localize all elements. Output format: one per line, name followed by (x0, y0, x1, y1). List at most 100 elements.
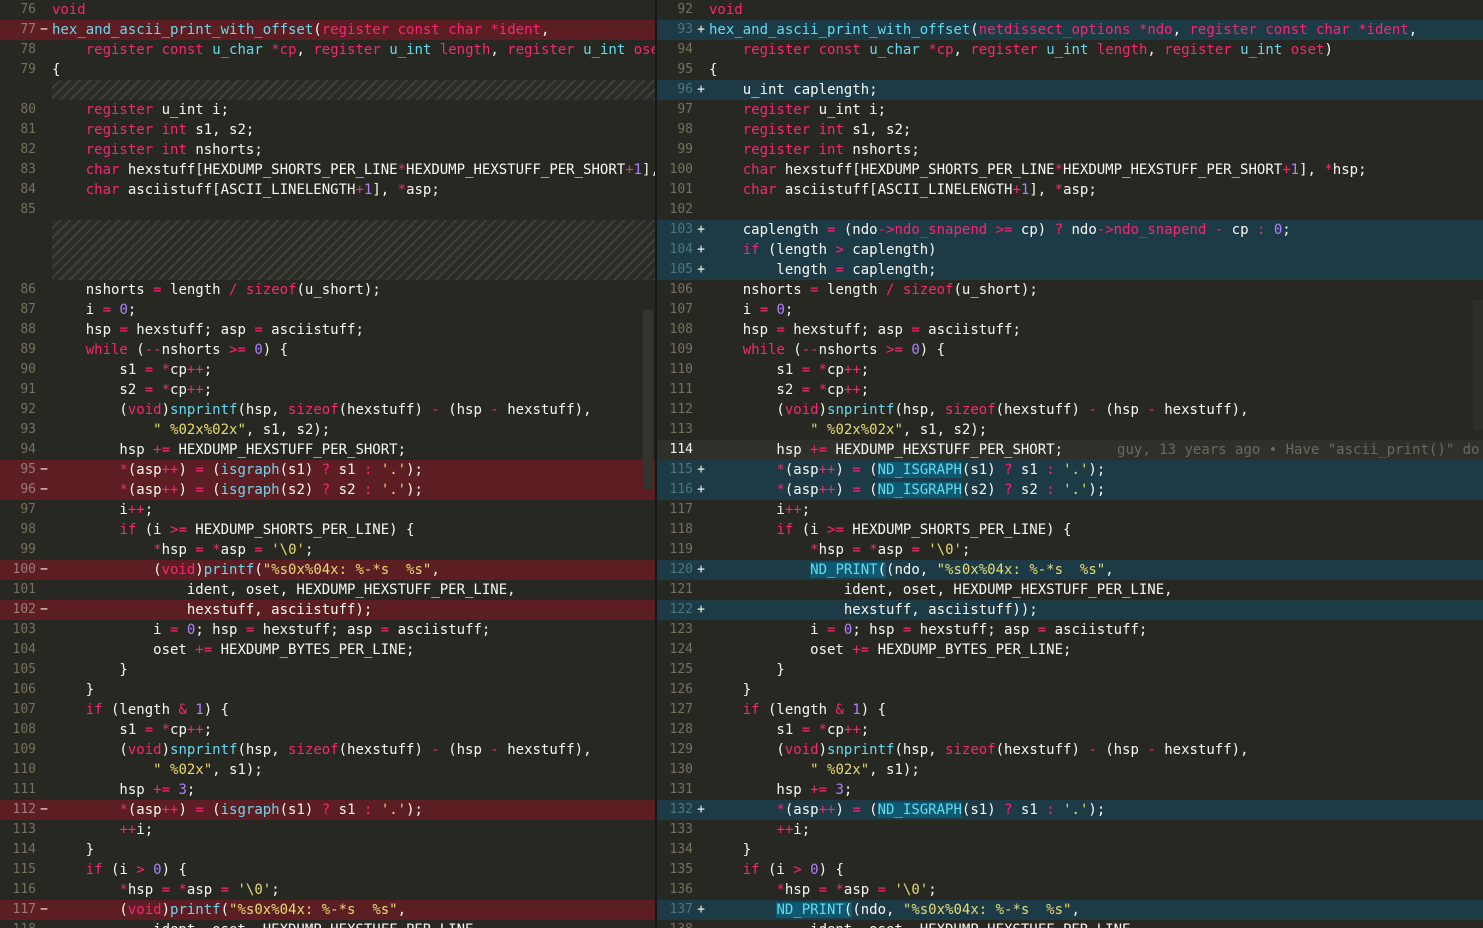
left-code-line[interactable]: 90 s1 = *cp++; (0, 360, 655, 380)
right-code-line[interactable]: 93 + hex_and_ascii_print_with_offset(netdi… (657, 20, 1483, 40)
right-code-line[interactable]: 127 if (length & 1) { (657, 700, 1483, 720)
left-code-line[interactable]: 102− hexstuff, asciistuff); (0, 600, 655, 620)
left-diff-pane[interactable]: 76 void 77− hex_and_ascii_print_with_offset… (0, 0, 655, 928)
right-code-line[interactable]: 125 } (657, 660, 1483, 680)
left-code-line[interactable]: 116 *hsp = *asp = '\0'; (0, 880, 655, 900)
left-code-line[interactable]: 85 (0, 200, 655, 220)
right-code-line[interactable]: 98 register int s1, s2; (657, 120, 1483, 140)
left-code-line[interactable]: 110 " %02x", s1); (0, 760, 655, 780)
left-scrollbar-thumb[interactable] (643, 310, 653, 490)
left-code-line[interactable]: 118 ident, oset, HEXDUMP_HEXSTUFF_PER_LI… (0, 920, 655, 928)
right-code-line[interactable]: 104 + if (length > caplength) (657, 240, 1483, 260)
left-code-line[interactable]: 104 oset += HEXDUMP_BYTES_PER_LINE; (0, 640, 655, 660)
left-code-line[interactable]: 81 register int s1, s2; (0, 120, 655, 140)
left-code-line[interactable]: 91 s2 = *cp++; (0, 380, 655, 400)
right-code-line[interactable]: 94 register const u_char *cp, register u… (657, 40, 1483, 60)
right-code-line[interactable]: 132 + *(asp++) = (ND_ISGRAPH(s1) ? s1 : '… (657, 800, 1483, 820)
left-code-line[interactable]: 80 register u_int i; (0, 100, 655, 120)
right-code-line[interactable]: 106 nshorts = length / sizeof(u_short); (657, 280, 1483, 300)
plus-icon: + (697, 82, 705, 97)
left-code-line[interactable]: 103 i = 0; hsp = hexstuff; asp = asciist… (0, 620, 655, 640)
right-code-line[interactable]: 100 char hexstuff[HEXDUMP_SHORTS_PER_LIN… (657, 160, 1483, 180)
right-code-line[interactable]: 95 { (657, 60, 1483, 80)
right-code-line[interactable]: 131 hsp += 3; (657, 780, 1483, 800)
right-code-line[interactable]: 102 (657, 200, 1483, 220)
left-code-line[interactable]: 112− *(asp++) = (isgraph(s1) ? s1 : '.')… (0, 800, 655, 820)
left-code-line[interactable]: 106 } (0, 680, 655, 700)
right-code-line[interactable]: 128 s1 = *cp++; (657, 720, 1483, 740)
left-code-line[interactable]: 88 hsp = hexstuff; asp = asciistuff; (0, 320, 655, 340)
right-code-line[interactable]: 135 if (i > 0) { (657, 860, 1483, 880)
right-code-line[interactable]: 124 oset += HEXDUMP_BYTES_PER_LINE; (657, 640, 1483, 660)
right-code-line[interactable]: 117 i++; (657, 500, 1483, 520)
left-code-line[interactable]: 117− (void)printf("%s0x%04x: %-*s %s", (0, 900, 655, 920)
left-code-line[interactable]: 95− *(asp++) = (isgraph(s1) ? s1 : '.'); (0, 460, 655, 480)
left-code-line[interactable]: 100− (void)printf("%s0x%04x: %-*s %s", (0, 560, 655, 580)
right-code-line[interactable]: 108 hsp = hexstuff; asp = asciistuff; (657, 320, 1483, 340)
right-code-line[interactable]: 101 char asciistuff[ASCII_LINELENGTH+1],… (657, 180, 1483, 200)
right-code-line[interactable]: 137 + ND_PRINT((ndo, "%s0x%04x: %-*s %s", (657, 900, 1483, 920)
left-code-line[interactable]: 79 { (0, 60, 655, 80)
line-number: 135 (669, 862, 693, 877)
right-code-line[interactable]: 129 (void)snprintf(hsp, sizeof(hexstuff)… (657, 740, 1483, 760)
right-diff-pane[interactable]: 92 void 93 + hex_and_ascii_print_with_offset… (657, 0, 1483, 928)
right-code-line[interactable]: 121 ident, oset, HEXDUMP_HEXSTUFF_PER_LI… (657, 580, 1483, 600)
left-code-line[interactable]: 101 ident, oset, HEXDUMP_HEXSTUFF_PER_LI… (0, 580, 655, 600)
left-code-line[interactable]: 107 if (length & 1) { (0, 700, 655, 720)
code-text: (void)printf("%s0x%04x: %-*s %s", (52, 562, 440, 578)
left-code-line[interactable]: 114 } (0, 840, 655, 860)
right-code-line[interactable]: 105 + length = caplength; (657, 260, 1483, 280)
left-code-line[interactable]: 113 ++i; (0, 820, 655, 840)
right-code-line[interactable]: 116 + *(asp++) = (ND_ISGRAPH(s2) ? s2 : '… (657, 480, 1483, 500)
right-code-line[interactable]: 119 *hsp = *asp = '\0'; (657, 540, 1483, 560)
right-code-line[interactable]: 136 *hsp = *asp = '\0'; (657, 880, 1483, 900)
right-code-line[interactable]: 111 s2 = *cp++; (657, 380, 1483, 400)
right-code-line[interactable]: 115 + *(asp++) = (ND_ISGRAPH(s1) ? s1 : '… (657, 460, 1483, 480)
right-code-line[interactable]: 130 " %02x", s1); (657, 760, 1483, 780)
left-code-line[interactable]: 77− hex_and_ascii_print_with_offset(regis… (0, 20, 655, 40)
right-code-line[interactable]: 99 register int nshorts; (657, 140, 1483, 160)
left-code-line[interactable]: 105 } (0, 660, 655, 680)
left-code-line[interactable]: 84 char asciistuff[ASCII_LINELENGTH+1], … (0, 180, 655, 200)
left-code-line[interactable]: 92 (void)snprintf(hsp, sizeof(hexstuff) … (0, 400, 655, 420)
left-code-line[interactable]: 78 register const u_char *cp, register u… (0, 40, 655, 60)
right-code-line[interactable]: 96 + u_int caplength; (657, 80, 1483, 100)
right-code-line[interactable]: 113 " %02x%02x", s1, s2); (657, 420, 1483, 440)
right-code-line[interactable]: 107 i = 0; (657, 300, 1483, 320)
left-code-line[interactable]: 115 if (i > 0) { (0, 860, 655, 880)
left-code-line[interactable]: 96− *(asp++) = (isgraph(s2) ? s2 : '.'); (0, 480, 655, 500)
right-code-line[interactable]: 110 s1 = *cp++; (657, 360, 1483, 380)
left-code-line[interactable]: 108 s1 = *cp++; (0, 720, 655, 740)
code-text: (void)snprintf(hsp, sizeof(hexstuff) - (… (52, 402, 592, 418)
right-code-line[interactable]: 109 while (--nshorts >= 0) { (657, 340, 1483, 360)
right-code-line[interactable]: 123 i = 0; hsp = hexstuff; asp = asciist… (657, 620, 1483, 640)
right-code-line[interactable]: 114 hsp += HEXDUMP_HEXSTUFF_PER_SHORT; gu… (657, 440, 1483, 460)
right-code-line[interactable]: 134 } (657, 840, 1483, 860)
right-scrollbar-thumb[interactable] (1473, 300, 1483, 430)
right-code-line[interactable]: 122 + hexstuff, asciistuff)); (657, 600, 1483, 620)
left-code-line[interactable]: 86 nshorts = length / sizeof(u_short); (0, 280, 655, 300)
right-code-line[interactable]: 112 (void)snprintf(hsp, sizeof(hexstuff)… (657, 400, 1483, 420)
line-number: 129 (669, 742, 693, 757)
left-code-line[interactable]: 99 *hsp = *asp = '\0'; (0, 540, 655, 560)
right-code-line[interactable]: 126 } (657, 680, 1483, 700)
right-code-line[interactable]: 120 + ND_PRINT((ndo, "%s0x%04x: %-*s %s", (657, 560, 1483, 580)
left-code-line[interactable]: 98 if (i >= HEXDUMP_SHORTS_PER_LINE) { (0, 520, 655, 540)
left-code-line[interactable]: 93 " %02x%02x", s1, s2); (0, 420, 655, 440)
left-code-line[interactable]: 76 void (0, 0, 655, 20)
left-code-line[interactable]: 89 while (--nshorts >= 0) { (0, 340, 655, 360)
left-code-line[interactable]: 97 i++; (0, 500, 655, 520)
line-number: 111 (12, 782, 36, 797)
right-code-line[interactable]: 92 void (657, 0, 1483, 20)
left-code-line[interactable]: 111 hsp += 3; (0, 780, 655, 800)
right-code-line[interactable]: 103 + caplength = (ndo->ndo_snapend >= cp… (657, 220, 1483, 240)
left-code-line[interactable]: 82 register int nshorts; (0, 140, 655, 160)
left-code-line[interactable]: 83 char hexstuff[HEXDUMP_SHORTS_PER_LINE… (0, 160, 655, 180)
left-code-line[interactable]: 94 hsp += HEXDUMP_HEXSTUFF_PER_SHORT; (0, 440, 655, 460)
right-code-line[interactable]: 97 register u_int i; (657, 100, 1483, 120)
left-code-line[interactable]: 87 i = 0; (0, 300, 655, 320)
left-code-line[interactable]: 109 (void)snprintf(hsp, sizeof(hexstuff)… (0, 740, 655, 760)
right-code-line[interactable]: 118 if (i >= HEXDUMP_SHORTS_PER_LINE) { (657, 520, 1483, 540)
right-code-line[interactable]: 133 ++i; (657, 820, 1483, 840)
right-code-line[interactable]: 138 ident, oset, HEXDUMP_HEXSTUFF_PER_LI… (657, 920, 1483, 928)
